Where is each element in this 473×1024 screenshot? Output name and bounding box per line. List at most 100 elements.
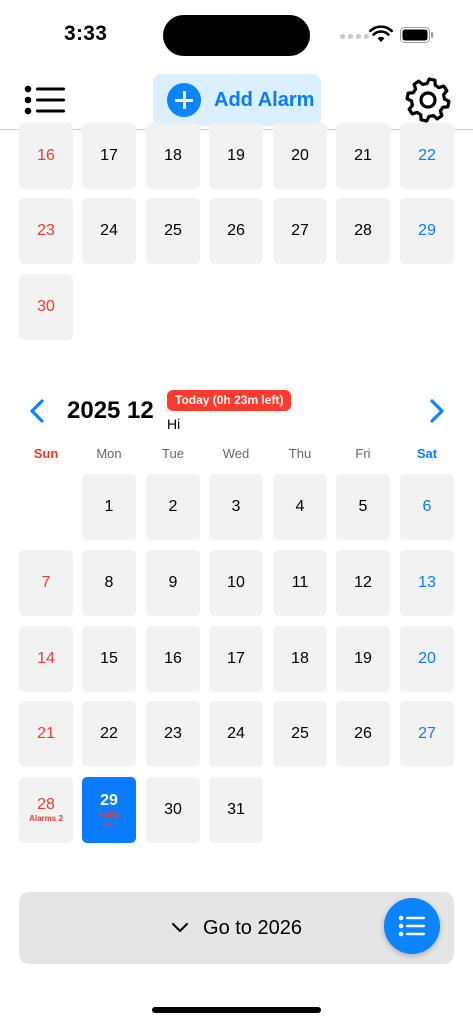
day-cell[interactable]: 3	[209, 474, 263, 540]
day-number: 21	[37, 725, 55, 742]
chevron-left-icon[interactable]	[24, 397, 52, 425]
day-number: 21	[354, 147, 372, 164]
chevron-down-icon	[171, 922, 189, 933]
day-cell[interactable]: 12	[336, 550, 390, 616]
day-cell[interactable]: 28 Alarms 2	[19, 777, 73, 843]
day-number: 4	[295, 498, 305, 515]
day-number: 1	[104, 498, 114, 515]
day-number: 17	[227, 650, 245, 667]
day-cell[interactable]: 1	[82, 474, 136, 540]
list-fab-button[interactable]	[384, 898, 440, 954]
day-number: 18	[291, 650, 309, 667]
day-number: 14	[37, 650, 55, 667]
day-number: 10	[227, 574, 245, 591]
day-cell[interactable]: 26	[336, 701, 390, 767]
day-cell[interactable]: 13	[400, 550, 454, 616]
plus-circle-icon	[167, 83, 201, 117]
day-cell[interactable]: 27	[273, 198, 327, 264]
day-number: 26	[354, 725, 372, 742]
day-cell[interactable]: 25	[146, 198, 200, 264]
gear-icon[interactable]	[404, 76, 452, 124]
day-cell[interactable]: 4	[273, 474, 327, 540]
day-cell[interactable]: 25	[273, 701, 327, 767]
day-number: 8	[104, 574, 114, 591]
day-cell[interactable]: 31	[209, 777, 263, 843]
day-number: 28	[354, 222, 372, 239]
day-cell[interactable]: 16	[146, 626, 200, 692]
weekday-label: Sun	[33, 446, 59, 461]
day-cell[interactable]: 22	[82, 701, 136, 767]
day-cell[interactable]: 22	[400, 123, 454, 189]
day-number: 20	[418, 650, 436, 667]
day-cell[interactable]: 7	[19, 550, 73, 616]
day-cell[interactable]: 20	[273, 123, 327, 189]
day-cell[interactable]: 17	[209, 626, 263, 692]
battery-icon	[400, 27, 433, 43]
day-number: 9	[168, 574, 178, 591]
day-cell[interactable]: 14	[19, 626, 73, 692]
day-cell[interactable]: 20	[400, 626, 454, 692]
weekday-label: Thu	[288, 446, 312, 461]
day-number: 19	[227, 147, 245, 164]
day-number: 16	[37, 147, 55, 164]
today-badge: Today (0h 23m left)	[167, 390, 292, 411]
day-number: 25	[164, 222, 182, 239]
day-number: 12	[354, 574, 372, 591]
day-cell[interactable]: 29	[400, 198, 454, 264]
day-cell[interactable]: 19	[336, 626, 390, 692]
day-number: 3	[231, 498, 241, 515]
dynamic-island	[163, 15, 310, 56]
day-cell[interactable]: 30	[19, 274, 73, 340]
day-number: 29	[100, 791, 118, 809]
day-cell[interactable]: 23	[146, 701, 200, 767]
day-number: 7	[41, 574, 51, 591]
day-number: 31	[227, 801, 245, 818]
status-time: 3:33	[64, 22, 108, 45]
today-note: Hi	[105, 819, 113, 829]
day-cell[interactable]: 28	[336, 198, 390, 264]
weekday-label: Tue	[162, 446, 184, 461]
day-cell[interactable]: 21	[19, 701, 73, 767]
day-cell[interactable]: 6	[400, 474, 454, 540]
day-cell[interactable]: 8	[82, 550, 136, 616]
chevron-right-icon[interactable]	[422, 397, 450, 425]
day-number: 16	[164, 650, 182, 667]
day-number: 22	[100, 725, 118, 742]
list-menu-icon[interactable]	[22, 78, 68, 122]
day-cell[interactable]: 24	[82, 198, 136, 264]
day-number: 28	[37, 796, 55, 813]
day-cell[interactable]: 27	[400, 701, 454, 767]
day-cell[interactable]: 17	[82, 123, 136, 189]
day-cell[interactable]: 18	[146, 123, 200, 189]
day-number: 27	[291, 222, 309, 239]
day-cell[interactable]: 11	[273, 550, 327, 616]
day-cell[interactable]: 15	[82, 626, 136, 692]
day-cell[interactable]: 2	[146, 474, 200, 540]
day-number: 20	[291, 147, 309, 164]
day-cell[interactable]: 21	[336, 123, 390, 189]
day-cell[interactable]: 24	[209, 701, 263, 767]
status-bar: 3:33	[0, 0, 473, 70]
add-alarm-label: Add Alarm	[214, 88, 315, 111]
day-number: 23	[37, 222, 55, 239]
day-number: 11	[291, 574, 309, 591]
day-cell[interactable]: 10	[209, 550, 263, 616]
go-to-label: Go to 2026	[203, 916, 302, 939]
day-number: 24	[100, 222, 118, 239]
day-cell[interactable]: 23	[19, 198, 73, 264]
day-cell-today[interactable]: 29 Today Hi	[82, 777, 136, 843]
day-cell[interactable]: 9	[146, 550, 200, 616]
add-alarm-button[interactable]: Add Alarm	[153, 74, 321, 126]
weekday-label: Mon	[96, 446, 122, 461]
day-number: 23	[164, 725, 182, 742]
weekday-label: Wed	[222, 446, 250, 461]
day-cell[interactable]: 5	[336, 474, 390, 540]
day-number: 2	[168, 498, 178, 515]
day-cell[interactable]: 18	[273, 626, 327, 692]
day-cell[interactable]: 30	[146, 777, 200, 843]
day-cell[interactable]: 26	[209, 198, 263, 264]
day-cell[interactable]: 19	[209, 123, 263, 189]
month-note: Hi	[167, 416, 181, 432]
day-number: 13	[418, 574, 436, 591]
day-cell[interactable]: 16	[19, 123, 73, 189]
